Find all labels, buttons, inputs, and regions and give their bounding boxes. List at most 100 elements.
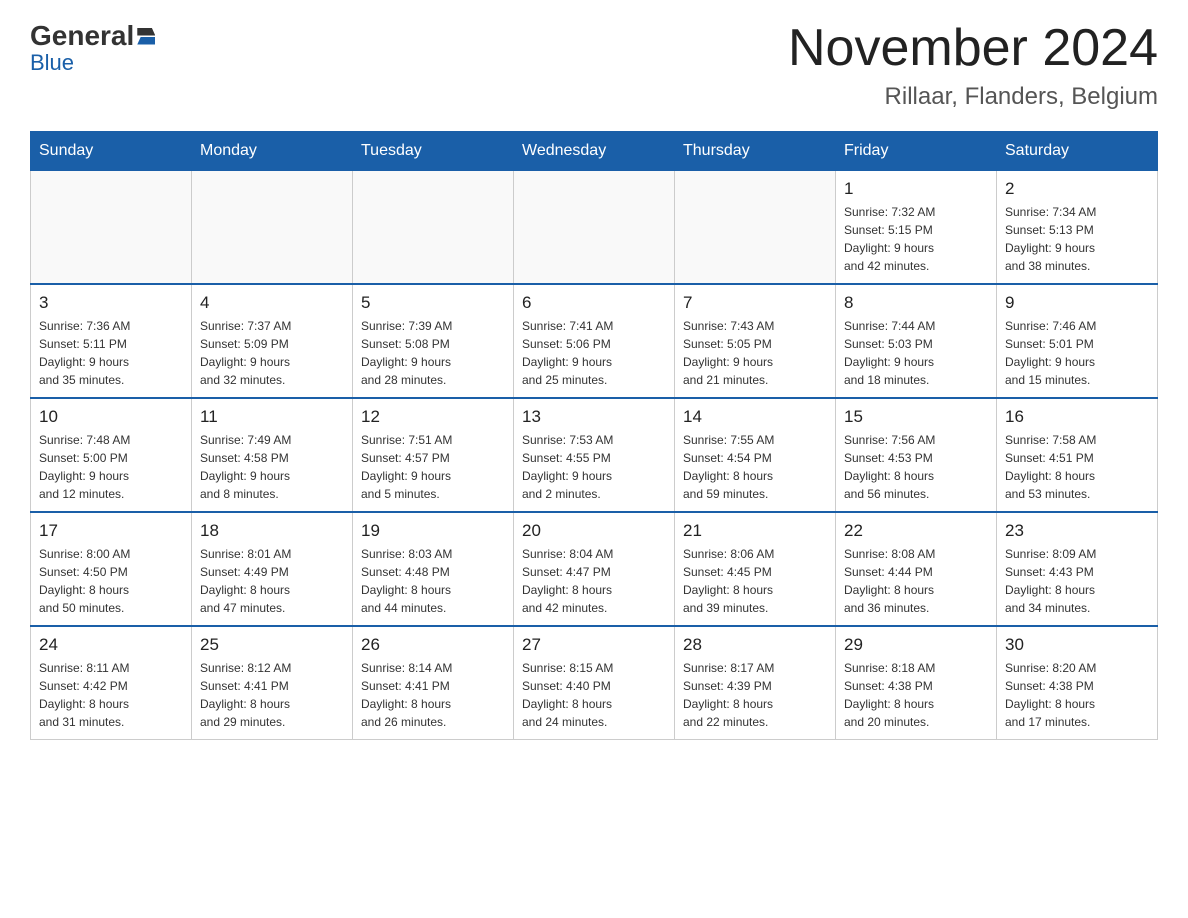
- day-number: 12: [361, 407, 505, 427]
- calendar-cell: 17 Sunrise: 8:00 AM Sunset: 4:50 PM Dayli…: [31, 512, 192, 626]
- day-info: Sunrise: 7:39 AM Sunset: 5:08 PM Dayligh…: [361, 317, 505, 389]
- calendar-cell: 14Sunrise: 7:55 AM Sunset: 4:54 PM Dayli…: [675, 398, 836, 512]
- day-info: Sunrise: 8:00 AM Sunset: 4:50 PM Dayligh…: [39, 545, 183, 617]
- calendar-cell: 15 Sunrise: 7:56 AM Sunset: 4:53 PM Dayli…: [836, 398, 997, 512]
- calendar-cell: 1 Sunrise: 7:32 AM Sunset: 5:15 PM Daylig…: [836, 171, 997, 285]
- day-info: Sunrise: 7:46 AM Sunset: 5:01 PM Dayligh…: [1005, 317, 1149, 389]
- calendar-cell: 11 Sunrise: 7:49 AM Sunset: 4:58 PM Dayli…: [192, 398, 353, 512]
- calendar-body: 1 Sunrise: 7:32 AM Sunset: 5:15 PM Daylig…: [31, 171, 1158, 740]
- day-info: Sunrise: 8:18 AM Sunset: 4:38 PM Dayligh…: [844, 659, 988, 731]
- calendar-cell: [675, 171, 836, 285]
- day-number: 14: [683, 407, 827, 427]
- day-number: 16: [1005, 407, 1149, 427]
- calendar-cell: 29 Sunrise: 8:18 AM Sunset: 4:38 PM Dayli…: [836, 626, 997, 740]
- day-info: Sunrise: 8:08 AM Sunset: 4:44 PM Dayligh…: [844, 545, 988, 617]
- day-info: Sunrise: 7:34 AM Sunset: 5:13 PM Dayligh…: [1005, 203, 1149, 275]
- day-number: 26: [361, 635, 505, 655]
- weekday-header-friday: Friday: [836, 132, 997, 171]
- logo-general-text: General: [30, 20, 134, 52]
- day-info: Sunrise: 7:51 AM Sunset: 4:57 PM Dayligh…: [361, 431, 505, 503]
- location-title: Rillaar, Flanders, Belgium: [788, 83, 1158, 111]
- calendar-cell: 9 Sunrise: 7:46 AM Sunset: 5:01 PM Daylig…: [997, 284, 1158, 398]
- calendar-cell: 4 Sunrise: 7:37 AM Sunset: 5:09 PM Daylig…: [192, 284, 353, 398]
- calendar-week-1: 1 Sunrise: 7:32 AM Sunset: 5:15 PM Daylig…: [31, 171, 1158, 285]
- weekday-header-sunday: Sunday: [31, 132, 192, 171]
- day-info: Sunrise: 7:44 AM Sunset: 5:03 PM Dayligh…: [844, 317, 988, 389]
- calendar-cell: 2 Sunrise: 7:34 AM Sunset: 5:13 PM Daylig…: [997, 171, 1158, 285]
- day-number: 27: [522, 635, 666, 655]
- day-info: Sunrise: 7:32 AM Sunset: 5:15 PM Dayligh…: [844, 203, 988, 275]
- day-number: 30: [1005, 635, 1149, 655]
- day-number: 5: [361, 293, 505, 313]
- day-number: 29: [844, 635, 988, 655]
- day-number: 21: [683, 521, 827, 541]
- day-number: 7: [683, 293, 827, 313]
- calendar-cell: 5 Sunrise: 7:39 AM Sunset: 5:08 PM Daylig…: [353, 284, 514, 398]
- day-info: Sunrise: 8:15 AM Sunset: 4:40 PM Dayligh…: [522, 659, 666, 731]
- logo-icon: [137, 28, 155, 45]
- day-info: Sunrise: 7:36 AM Sunset: 5:11 PM Dayligh…: [39, 317, 183, 389]
- day-number: 1: [844, 179, 988, 199]
- calendar-cell: 21 Sunrise: 8:06 AM Sunset: 4:45 PM Dayli…: [675, 512, 836, 626]
- calendar-cell: 16 Sunrise: 7:58 AM Sunset: 4:51 PM Dayli…: [997, 398, 1158, 512]
- day-info: Sunrise: 8:17 AM Sunset: 4:39 PM Dayligh…: [683, 659, 827, 731]
- day-number: 9: [1005, 293, 1149, 313]
- day-number: 18: [200, 521, 344, 541]
- calendar-cell: 8 Sunrise: 7:44 AM Sunset: 5:03 PM Daylig…: [836, 284, 997, 398]
- calendar-week-2: 3Sunrise: 7:36 AM Sunset: 5:11 PM Daylig…: [31, 284, 1158, 398]
- day-info: Sunrise: 8:03 AM Sunset: 4:48 PM Dayligh…: [361, 545, 505, 617]
- calendar-cell: [353, 171, 514, 285]
- day-number: 4: [200, 293, 344, 313]
- calendar-cell: 12 Sunrise: 7:51 AM Sunset: 4:57 PM Dayli…: [353, 398, 514, 512]
- day-info: Sunrise: 7:56 AM Sunset: 4:53 PM Dayligh…: [844, 431, 988, 503]
- day-number: 11: [200, 407, 344, 427]
- day-info: Sunrise: 8:20 AM Sunset: 4:38 PM Dayligh…: [1005, 659, 1149, 731]
- calendar-cell: 20Sunrise: 8:04 AM Sunset: 4:47 PM Dayli…: [514, 512, 675, 626]
- calendar-cell: 24Sunrise: 8:11 AM Sunset: 4:42 PM Dayli…: [31, 626, 192, 740]
- day-number: 10: [39, 407, 183, 427]
- day-number: 17: [39, 521, 183, 541]
- day-info: Sunrise: 7:48 AM Sunset: 5:00 PM Dayligh…: [39, 431, 183, 503]
- calendar-cell: [192, 171, 353, 285]
- weekday-header-saturday: Saturday: [997, 132, 1158, 171]
- day-number: 19: [361, 521, 505, 541]
- day-number: 15: [844, 407, 988, 427]
- calendar-cell: 22 Sunrise: 8:08 AM Sunset: 4:44 PM Dayli…: [836, 512, 997, 626]
- calendar-cell: [31, 171, 192, 285]
- calendar-week-3: 10 Sunrise: 7:48 AM Sunset: 5:00 PM Dayli…: [31, 398, 1158, 512]
- day-info: Sunrise: 8:01 AM Sunset: 4:49 PM Dayligh…: [200, 545, 344, 617]
- weekday-header-tuesday: Tuesday: [353, 132, 514, 171]
- calendar-cell: 6Sunrise: 7:41 AM Sunset: 5:06 PM Daylig…: [514, 284, 675, 398]
- day-number: 28: [683, 635, 827, 655]
- calendar-cell: 18 Sunrise: 8:01 AM Sunset: 4:49 PM Dayli…: [192, 512, 353, 626]
- title-section: November 2024 Rillaar, Flanders, Belgium: [788, 20, 1158, 111]
- calendar-cell: 27 Sunrise: 8:15 AM Sunset: 4:40 PM Dayli…: [514, 626, 675, 740]
- day-info: Sunrise: 7:58 AM Sunset: 4:51 PM Dayligh…: [1005, 431, 1149, 503]
- calendar-cell: 23Sunrise: 8:09 AM Sunset: 4:43 PM Dayli…: [997, 512, 1158, 626]
- calendar-table: SundayMondayTuesdayWednesdayThursdayFrid…: [30, 131, 1158, 740]
- day-info: Sunrise: 8:14 AM Sunset: 4:41 PM Dayligh…: [361, 659, 505, 731]
- weekday-header-wednesday: Wednesday: [514, 132, 675, 171]
- calendar-cell: 3Sunrise: 7:36 AM Sunset: 5:11 PM Daylig…: [31, 284, 192, 398]
- day-number: 2: [1005, 179, 1149, 199]
- day-number: 23: [1005, 521, 1149, 541]
- day-number: 13: [522, 407, 666, 427]
- month-title: November 2024: [788, 20, 1158, 77]
- day-number: 6: [522, 293, 666, 313]
- weekday-header-monday: Monday: [192, 132, 353, 171]
- calendar-cell: 28 Sunrise: 8:17 AM Sunset: 4:39 PM Dayli…: [675, 626, 836, 740]
- calendar-cell: 10 Sunrise: 7:48 AM Sunset: 5:00 PM Dayli…: [31, 398, 192, 512]
- day-info: Sunrise: 7:49 AM Sunset: 4:58 PM Dayligh…: [200, 431, 344, 503]
- calendar-cell: 7Sunrise: 7:43 AM Sunset: 5:05 PM Daylig…: [675, 284, 836, 398]
- calendar-cell: 30 Sunrise: 8:20 AM Sunset: 4:38 PM Dayli…: [997, 626, 1158, 740]
- calendar-header: SundayMondayTuesdayWednesdayThursdayFrid…: [31, 132, 1158, 171]
- day-info: Sunrise: 8:04 AM Sunset: 4:47 PM Dayligh…: [522, 545, 666, 617]
- day-number: 22: [844, 521, 988, 541]
- calendar-cell: [514, 171, 675, 285]
- day-info: Sunrise: 7:53 AM Sunset: 4:55 PM Dayligh…: [522, 431, 666, 503]
- day-info: Sunrise: 8:06 AM Sunset: 4:45 PM Dayligh…: [683, 545, 827, 617]
- day-info: Sunrise: 7:37 AM Sunset: 5:09 PM Dayligh…: [200, 317, 344, 389]
- day-number: 8: [844, 293, 988, 313]
- logo: General Blue: [30, 20, 156, 76]
- day-number: 24: [39, 635, 183, 655]
